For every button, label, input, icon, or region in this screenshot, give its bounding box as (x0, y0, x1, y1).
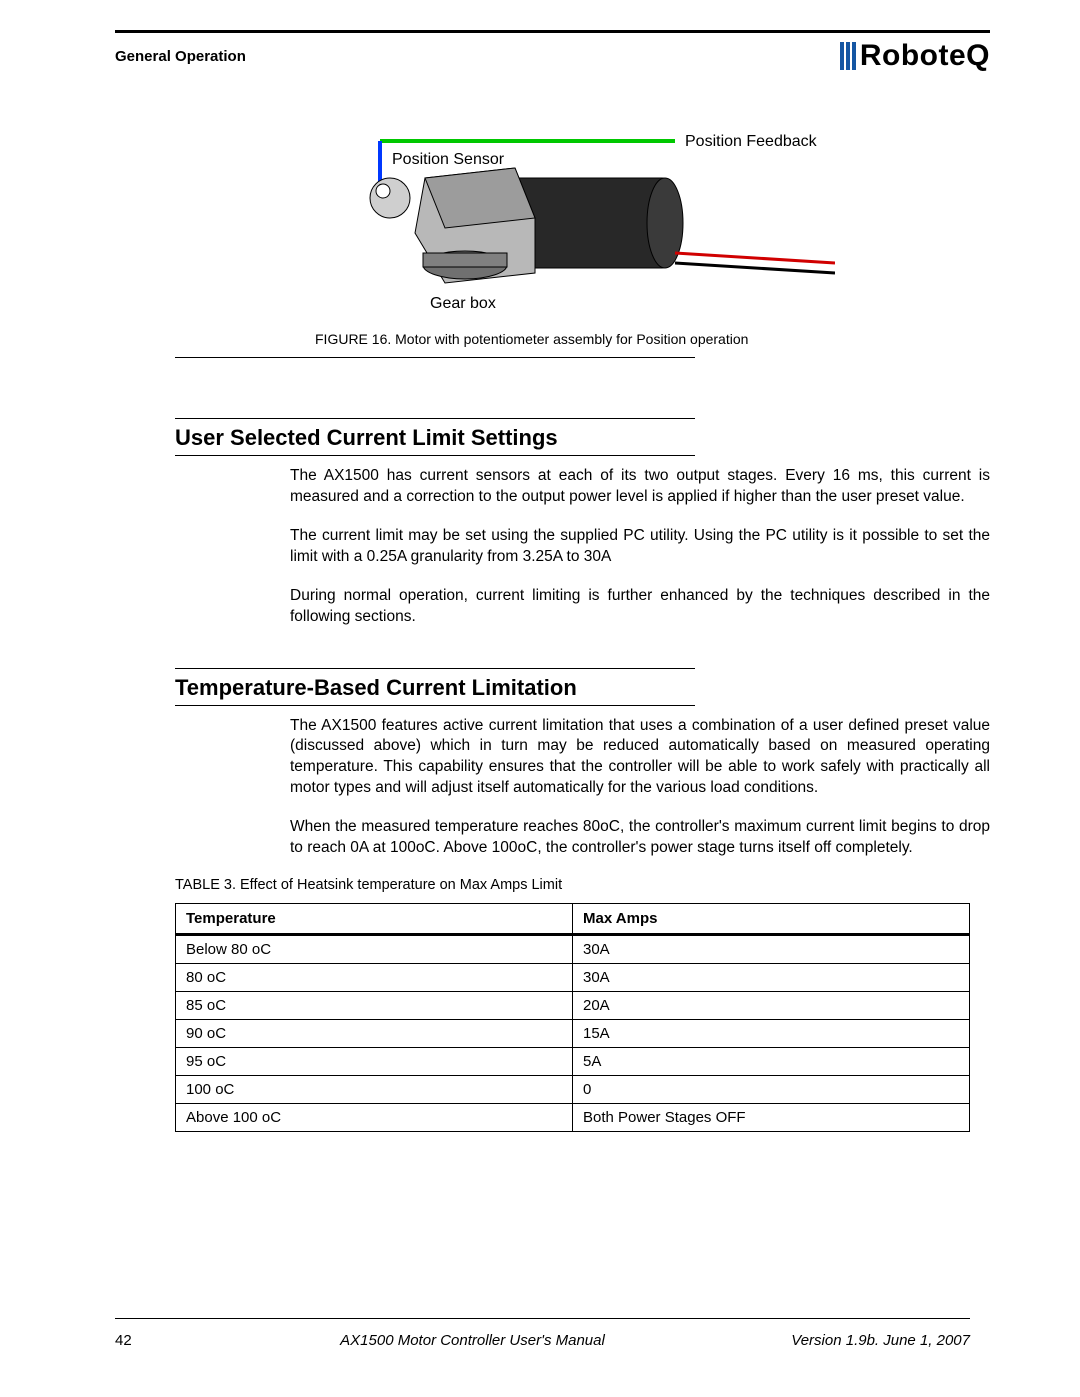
table-row: Above 100 oCBoth Power Stages OFF (176, 1104, 970, 1132)
body-text: During normal operation, current limitin… (290, 586, 990, 628)
body-text: The AX1500 features active current limit… (290, 716, 990, 800)
col-max-amps: Max Amps (573, 904, 970, 935)
body-text: The current limit may be set using the s… (290, 526, 990, 568)
temp-amps-table: Temperature Max Amps Below 80 oC30A 80 o… (175, 903, 970, 1132)
table-row: 85 oC20A (176, 992, 970, 1020)
logo-bars-icon (840, 42, 856, 70)
footer-version: Version 1.9b. June 1, 2007 (710, 1332, 970, 1349)
body-text: When the measured temperature reaches 80… (290, 817, 990, 859)
brand-name: RoboteQ (860, 39, 990, 73)
label-position-feedback: Position Feedback (685, 133, 818, 150)
table-row: 90 oC15A (176, 1020, 970, 1048)
col-temperature: Temperature (176, 904, 573, 935)
heading-current-limit: User Selected Current Limit Settings (175, 425, 990, 451)
page-header: General Operation RoboteQ (115, 39, 990, 73)
table-row: 100 oC0 (176, 1076, 970, 1104)
table-caption: TABLE 3. Effect of Heatsink temperature … (175, 877, 990, 893)
table-row: Below 80 oC30A (176, 935, 970, 964)
table-row: 95 oC5A (176, 1048, 970, 1076)
label-gearbox: Gear box (430, 295, 496, 312)
figure-motor-diagram: Position Feedback Position Sensor Gear b… (305, 123, 990, 347)
page-footer: 42 AX1500 Motor Controller User's Manual… (115, 1332, 970, 1349)
body-text: The AX1500 has current sensors at each o… (290, 466, 990, 508)
page-number: 42 (115, 1332, 235, 1349)
figure-caption: FIGURE 16. Motor with potentiometer asse… (315, 331, 990, 347)
section-label: General Operation (115, 48, 246, 65)
heading-temp-limit: Temperature-Based Current Limitation (175, 675, 990, 701)
footer-title: AX1500 Motor Controller User's Manual (235, 1332, 710, 1349)
brand-logo: RoboteQ (840, 39, 990, 73)
table-row: 80 oC30A (176, 964, 970, 992)
label-position-sensor: Position Sensor (392, 151, 505, 168)
